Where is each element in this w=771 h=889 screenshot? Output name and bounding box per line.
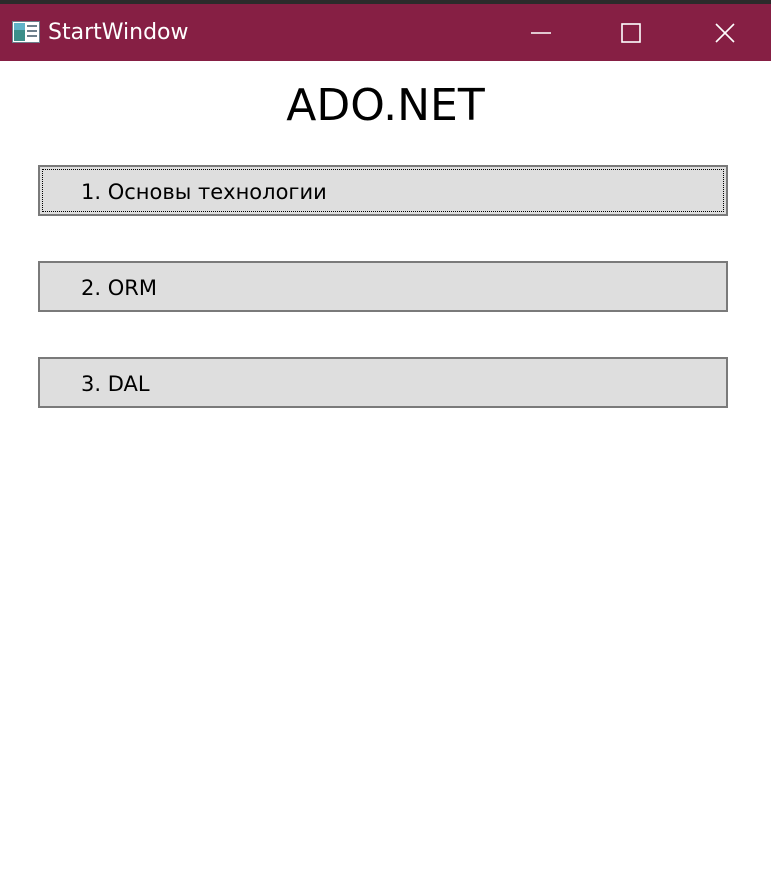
start-window: StartWindow ADO.NET 1. Основы технологии… bbox=[0, 0, 771, 889]
basics-button-label: 1. Основы технологии bbox=[81, 180, 327, 204]
close-button[interactable] bbox=[681, 4, 769, 61]
dal-button-label: 3. DAL bbox=[81, 372, 150, 396]
minimize-icon bbox=[531, 31, 551, 34]
close-icon bbox=[715, 22, 735, 43]
title-bar[interactable]: StartWindow bbox=[0, 4, 771, 61]
orm-button-label: 2. ORM bbox=[81, 276, 157, 300]
dal-button[interactable]: 3. DAL bbox=[38, 357, 728, 408]
maximize-button[interactable] bbox=[587, 4, 675, 61]
orm-button[interactable]: 2. ORM bbox=[38, 261, 728, 312]
window-title: StartWindow bbox=[48, 20, 189, 45]
basics-button[interactable]: 1. Основы технологии bbox=[38, 165, 728, 216]
page-title: ADO.NET bbox=[286, 80, 485, 131]
main-content: ADO.NET 1. Основы технологии 2. ORM 3. D… bbox=[0, 61, 771, 889]
maximize-icon bbox=[621, 22, 641, 43]
app-window-icon bbox=[12, 21, 40, 43]
minimize-button[interactable] bbox=[497, 4, 585, 61]
